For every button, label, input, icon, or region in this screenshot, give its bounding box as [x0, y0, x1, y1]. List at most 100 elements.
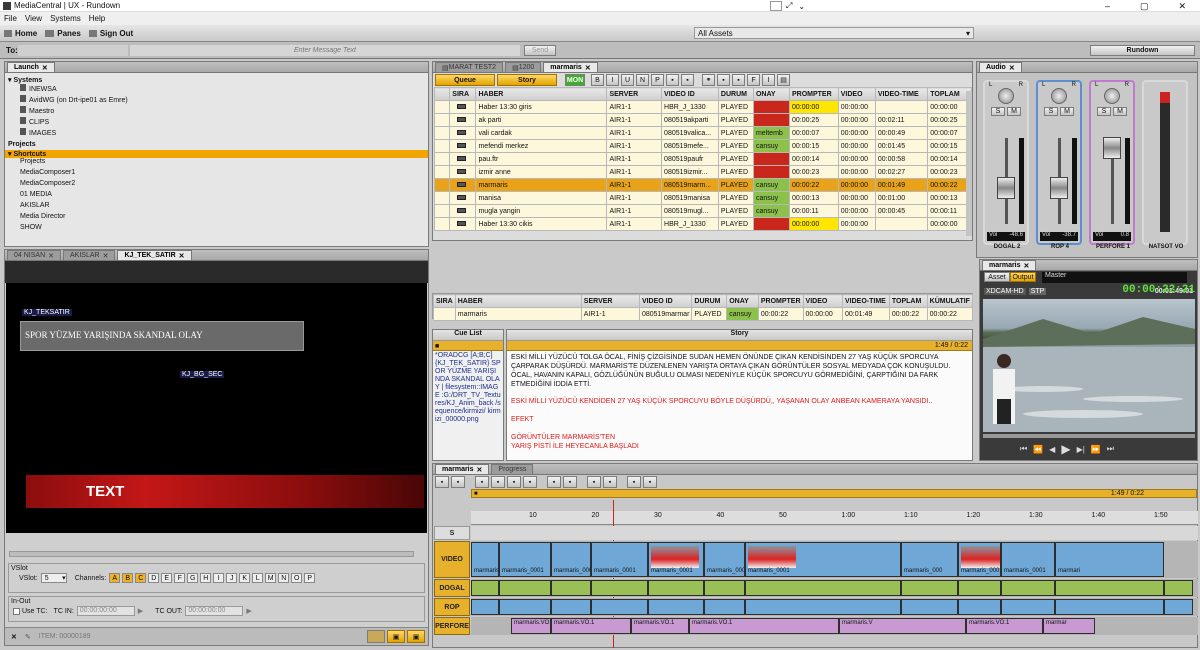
- dogal-audio-clip[interactable]: [1164, 580, 1193, 596]
- next-mark-icon[interactable]: ⏭: [1107, 444, 1114, 454]
- cell-video-id[interactable]: HBR_J_1330: [661, 100, 719, 114]
- cell-toplam[interactable]: 00:00:23: [927, 165, 972, 179]
- dogal-audio-clip[interactable]: [1001, 580, 1055, 596]
- solo-button[interactable]: S: [1044, 107, 1058, 116]
- prev-mark-icon[interactable]: ⏮: [1020, 444, 1027, 454]
- cell-server[interactable]: AIR1-1: [606, 204, 663, 218]
- play-icon[interactable]: ▶: [246, 607, 251, 615]
- editor-field-vid[interactable]: 080519marmar: [638, 307, 693, 321]
- channel-button-n[interactable]: N: [278, 573, 290, 583]
- cell-durum[interactable]: PLAYED: [717, 204, 754, 218]
- tab-1200[interactable]: ▤ 1200: [505, 62, 542, 72]
- cell-video-id[interactable]: 080519mefe...: [661, 139, 719, 153]
- italic-icon[interactable]: I: [606, 74, 619, 86]
- timeline-tool-1-icon[interactable]: ▪: [451, 476, 465, 488]
- close-icon[interactable]: ✕: [42, 64, 48, 72]
- cell-toplam[interactable]: 00:00:00: [927, 217, 972, 231]
- cell-video[interactable]: 00:00:00: [837, 217, 876, 231]
- dogal-audio-clip[interactable]: [648, 580, 704, 596]
- cell-video[interactable]: 00:00:00: [837, 191, 876, 205]
- lock-icon[interactable]: ▪: [717, 74, 730, 86]
- cell-prompter[interactable]: 00:00:11: [788, 204, 839, 218]
- cell-prompter[interactable]: 00:00:15: [788, 139, 839, 153]
- stp-button[interactable]: STP: [1028, 287, 1047, 295]
- cell-server[interactable]: AIR1-1: [606, 126, 663, 140]
- pan-knob[interactable]: [998, 88, 1014, 104]
- cell-haber[interactable]: vali cardak: [475, 126, 608, 140]
- rundown-row[interactable]: manisa AIR1-1 080519manisa PLAYED cansuy 00:0…: [433, 191, 972, 205]
- cell-video-id[interactable]: 080519mugl...: [661, 204, 719, 218]
- step-back-icon[interactable]: ◀: [1049, 445, 1055, 454]
- editor-field-video[interactable]: 00:00:00: [802, 307, 843, 321]
- menu-systems[interactable]: Systems: [50, 14, 81, 23]
- cell-haber[interactable]: Haber 13:30 giris: [475, 100, 608, 114]
- channel-button-i[interactable]: I: [213, 573, 225, 583]
- rundown-row[interactable]: vali cardak AIR1-1 080519valica... PLAYED me…: [433, 126, 972, 140]
- cell-prompter[interactable]: 00:00:00: [788, 100, 839, 114]
- pan-knob[interactable]: [1051, 88, 1067, 104]
- use-tc-checkbox[interactable]: [13, 607, 20, 615]
- video-clip[interactable]: marmaris_0001: [591, 542, 648, 577]
- timeline-tool-9-icon[interactable]: ▪: [603, 476, 617, 488]
- maximize-icon[interactable]: ▢: [1140, 1, 1149, 12]
- tab-04-nisan[interactable]: 04 NISAN ✕: [7, 250, 61, 260]
- track-lane-s[interactable]: [471, 526, 1198, 540]
- video-clip[interactable]: marmaris_000: [901, 542, 958, 577]
- close-icon[interactable]: ✕: [179, 252, 185, 260]
- cell-durum[interactable]: PLAYED: [717, 178, 754, 192]
- send-button[interactable]: Send: [524, 45, 556, 56]
- video-clip[interactable]: marmaris_0001: [648, 542, 704, 577]
- tab-audio[interactable]: Audio ✕: [979, 62, 1022, 72]
- cell-toplam[interactable]: 00:00:15: [927, 139, 972, 153]
- expand-icon[interactable]: ⤢: [786, 1, 792, 11]
- cell-onay[interactable]: [752, 113, 790, 127]
- dup-icon[interactable]: ▤: [777, 74, 790, 86]
- tc-out-field[interactable]: 00:00:00:00: [185, 606, 244, 616]
- system-item[interactable]: AvidWG (on Drt-ipe01 as Emre): [8, 95, 425, 106]
- perfore-audio-clip[interactable]: marmar: [1043, 618, 1095, 634]
- close-icon[interactable]: ✕: [1009, 64, 1015, 72]
- cell-toplam[interactable]: 00:00:14: [927, 152, 972, 166]
- timeline-tool-0-icon[interactable]: ▪: [435, 476, 449, 488]
- channel-button-b[interactable]: B: [122, 573, 134, 583]
- rundown-row[interactable]: Haber 13:30 giris AIR1-1 HBR_J_1330 PLAYED 0…: [433, 100, 972, 114]
- tab-marmaris[interactable]: marmaris ✕: [543, 62, 598, 72]
- cell-prompter[interactable]: 00:00:14: [788, 152, 839, 166]
- solo-button[interactable]: S: [1097, 107, 1111, 116]
- minimize-icon[interactable]: –: [1105, 1, 1110, 11]
- tab-launch[interactable]: Launch ✕: [7, 62, 55, 72]
- fader-handle[interactable]: [1103, 137, 1121, 159]
- cell-video-id[interactable]: 080519marm...: [661, 178, 719, 192]
- rundown-row[interactable]: izmir anne AIR1-1 080519izmir... PLAYED 00:0…: [433, 165, 972, 179]
- col-onay[interactable]: ONAY: [752, 87, 790, 101]
- perfore-audio-clip[interactable]: marmaris.V: [839, 618, 966, 634]
- cell-video-id[interactable]: 080519manisa: [661, 191, 719, 205]
- cell-video[interactable]: 00:00:00: [837, 100, 876, 114]
- rop-audio-clip[interactable]: [745, 599, 901, 615]
- tab-progress[interactable]: Progress: [491, 464, 534, 474]
- fader-handle[interactable]: [997, 177, 1015, 199]
- dogal-audio-clip[interactable]: [551, 580, 591, 596]
- queue-button[interactable]: Queue: [435, 74, 495, 86]
- mute-button[interactable]: M: [1060, 107, 1074, 116]
- channel-button-a[interactable]: A: [109, 573, 121, 583]
- timeline-tool-8-icon[interactable]: ▪: [587, 476, 601, 488]
- cell-onay[interactable]: cansuy: [752, 191, 790, 205]
- f-icon[interactable]: F: [747, 74, 760, 86]
- rop-audio-clip[interactable]: [1055, 599, 1164, 615]
- cell-durum[interactable]: PLAYED: [717, 191, 754, 205]
- cell-server[interactable]: AIR1-1: [606, 191, 663, 205]
- cell-haber[interactable]: pau.ftr: [475, 152, 608, 166]
- cell-onay[interactable]: [752, 152, 790, 166]
- dogal-audio-clip[interactable]: [591, 580, 648, 596]
- channel-button-l[interactable]: L: [252, 573, 264, 583]
- vslot-select[interactable]: 5 ▾: [40, 573, 67, 583]
- cell-prompter[interactable]: 00:00:23: [788, 165, 839, 179]
- shortcut-item[interactable]: Media Director: [8, 213, 425, 224]
- cell-video-id[interactable]: 080519valica...: [661, 126, 719, 140]
- cell-video-time[interactable]: [874, 217, 929, 231]
- shortcut-item[interactable]: AKISLAR: [8, 202, 425, 213]
- cell-durum[interactable]: PLAYED: [717, 139, 754, 153]
- rop-audio-clip[interactable]: [551, 599, 591, 615]
- rop-audio-clip[interactable]: [591, 599, 648, 615]
